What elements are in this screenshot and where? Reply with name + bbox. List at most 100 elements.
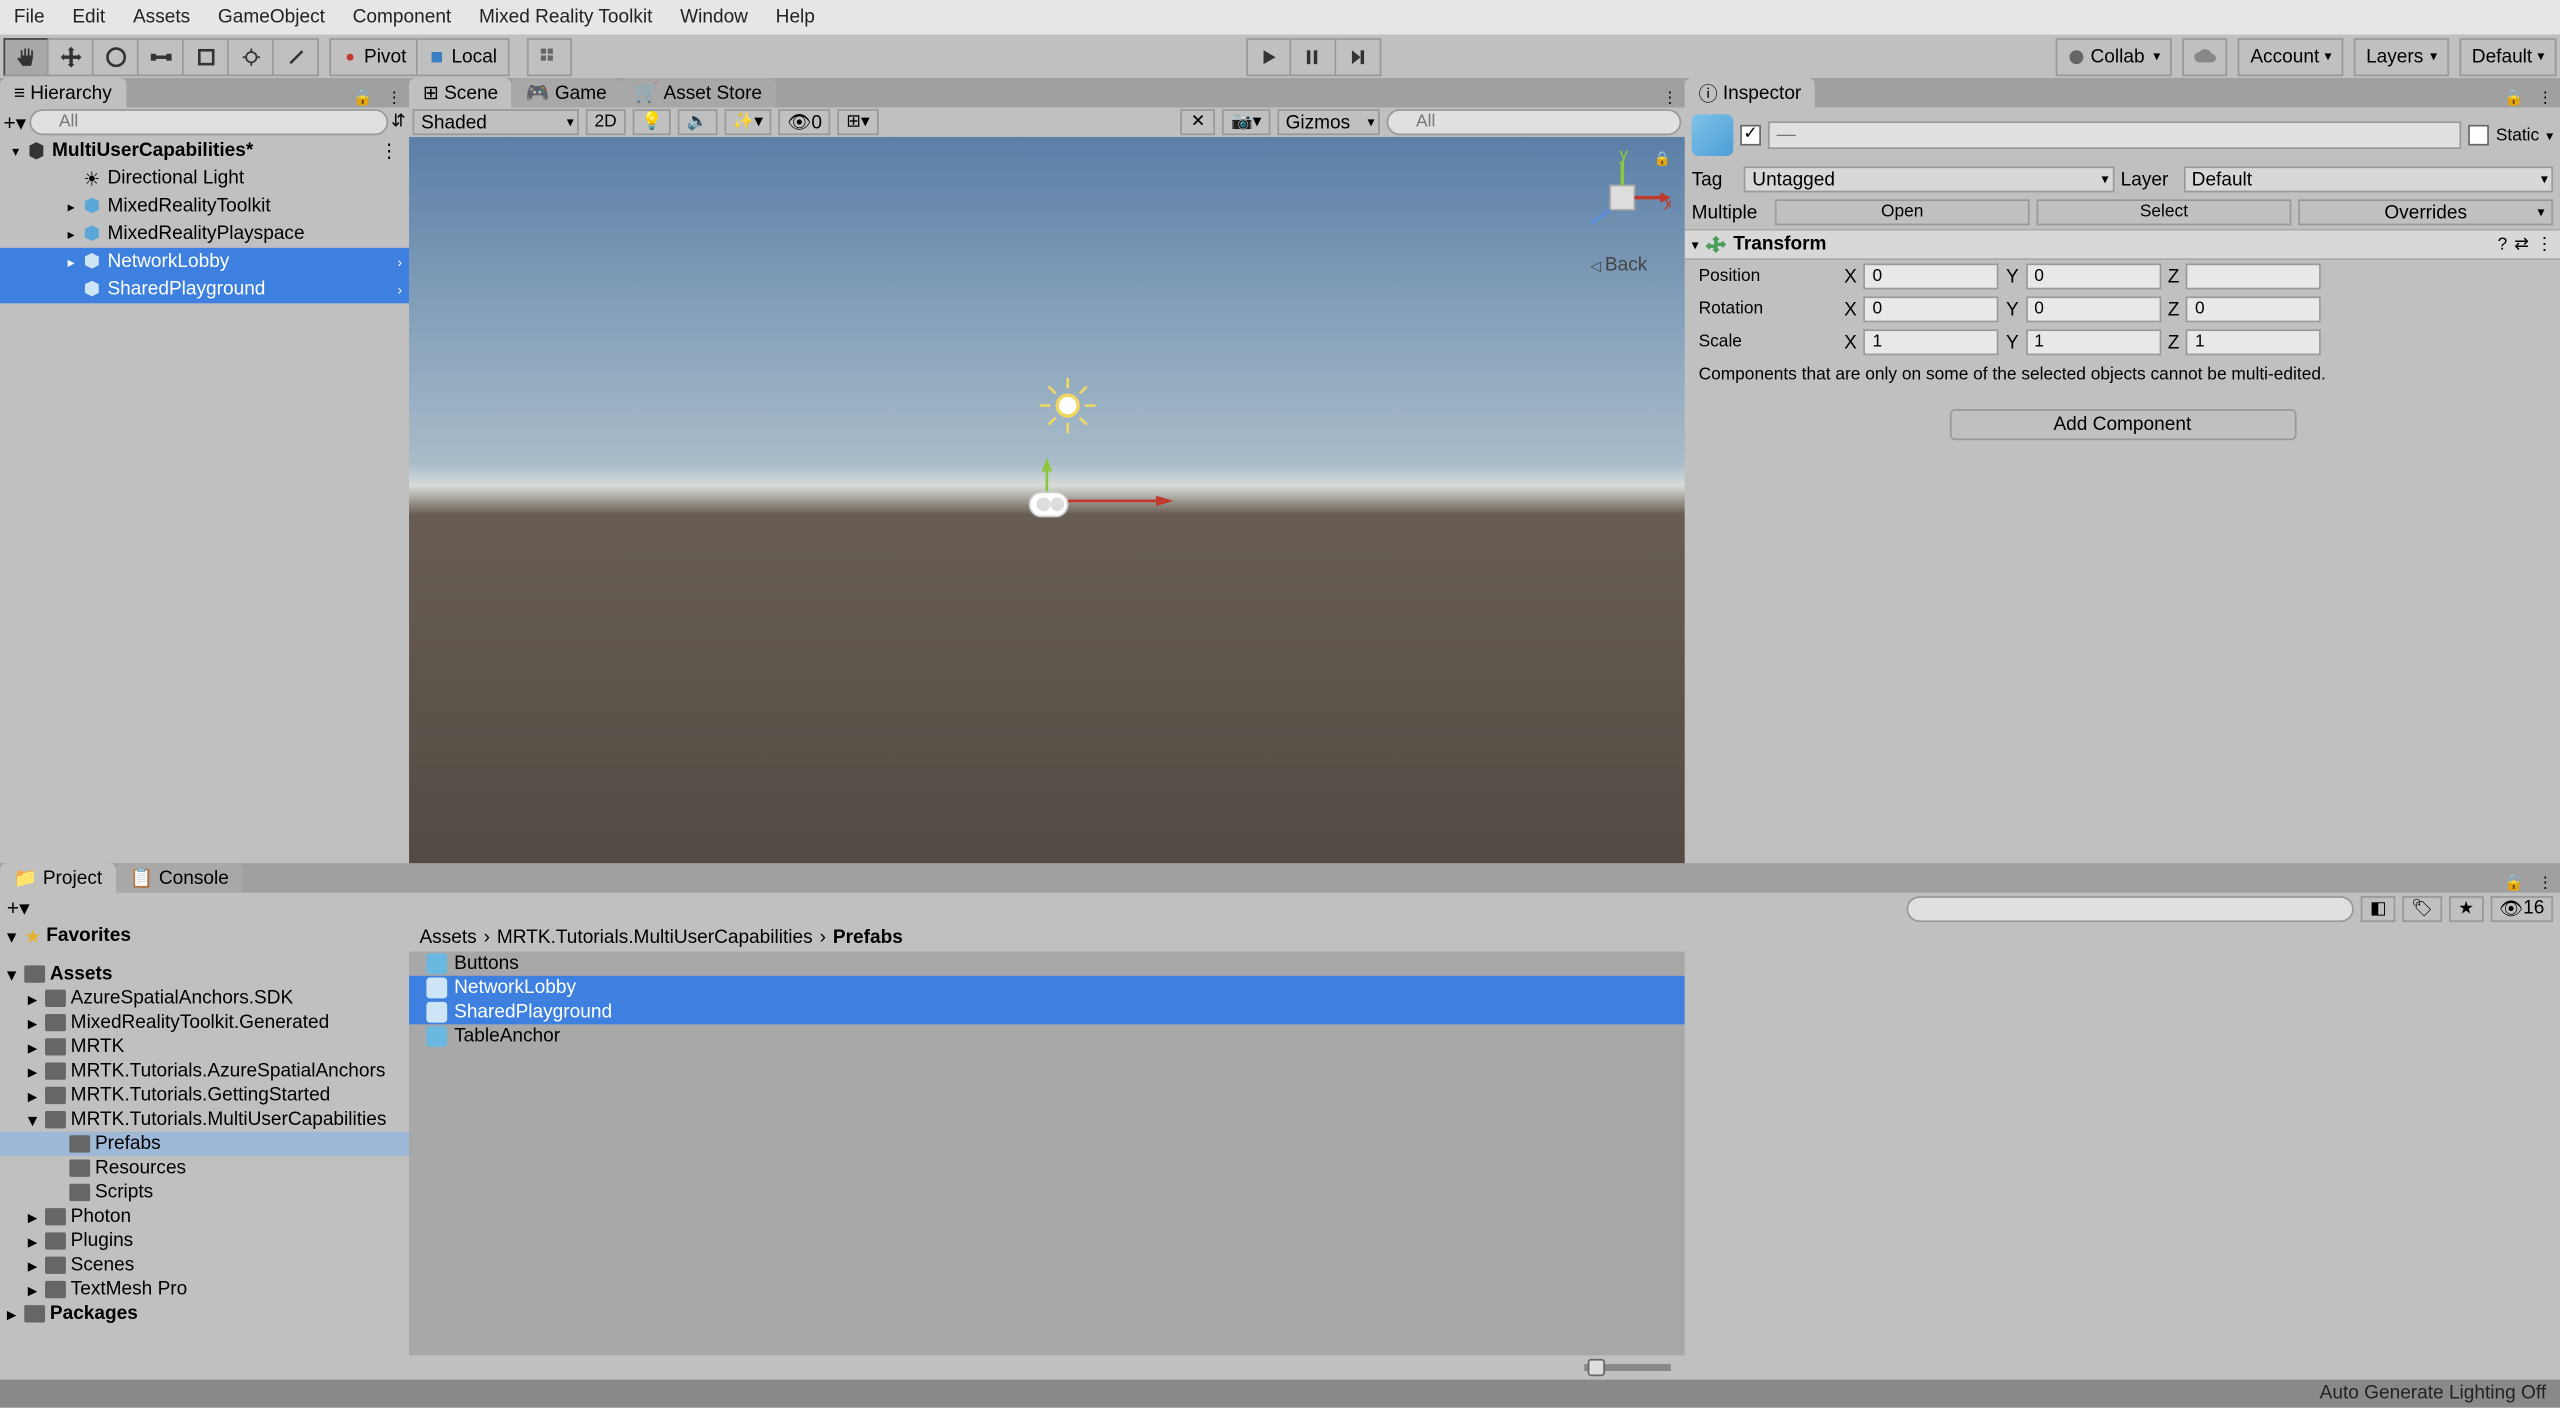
- folder-row[interactable]: ▸ MRTK.Tutorials.AzureSpatialAnchors: [0, 1059, 409, 1083]
- 2d-toggle[interactable]: 2D: [586, 109, 626, 135]
- transform-header[interactable]: ▾ Transform ? ⇄ ⋮: [1685, 229, 2560, 260]
- hierarchy-tab[interactable]: ≡Hierarchy: [0, 78, 126, 107]
- grid-toggle[interactable]: ⊞▾: [838, 109, 879, 135]
- project-search[interactable]: [1907, 895, 2354, 921]
- panel-menu-icon[interactable]: ⋮: [1655, 88, 1684, 107]
- menu-edit[interactable]: Edit: [65, 3, 112, 31]
- scl-x[interactable]: [1864, 329, 1999, 355]
- folder-row[interactable]: ▸ MixedRealityToolkit.Generated: [0, 1010, 409, 1034]
- menu-assets[interactable]: Assets: [126, 3, 197, 31]
- move-tool[interactable]: [49, 37, 94, 75]
- folder-row[interactable]: Resources: [0, 1156, 409, 1180]
- tree-item[interactable]: SharedPlayground›: [0, 276, 409, 304]
- open-button[interactable]: Open: [1775, 199, 2030, 225]
- tree-item[interactable]: ▸MixedRealityPlayspace: [0, 220, 409, 248]
- hierarchy-filter-icon[interactable]: ⇵: [391, 113, 406, 132]
- rot-z[interactable]: [2186, 296, 2321, 322]
- scene-viewport[interactable]: y x ◁ Back 🔒: [409, 137, 1685, 863]
- gameobject-icon[interactable]: [1692, 114, 1734, 156]
- account-dropdown[interactable]: Account▾: [2238, 37, 2343, 75]
- panel-lock-icon[interactable]: 🔒: [2497, 88, 2530, 107]
- folder-row[interactable]: ▾ MRTK.Tutorials.MultiUserCapabilities: [0, 1108, 409, 1132]
- scene-menu-icon[interactable]: ⋮: [380, 140, 409, 163]
- packages-row[interactable]: ▸ Packages: [0, 1302, 409, 1326]
- cloud-button[interactable]: [2183, 37, 2228, 75]
- lighting-toggle[interactable]: 💡: [632, 109, 671, 135]
- folder-row[interactable]: Prefabs: [0, 1132, 409, 1156]
- inspector-tab[interactable]: ⓘInspector: [1685, 78, 1815, 107]
- tree-item[interactable]: ▸NetworkLobby›: [0, 248, 409, 276]
- help-icon[interactable]: ?: [2498, 235, 2508, 254]
- assets-row[interactable]: ▾ Assets: [0, 962, 409, 986]
- filter-type-icon[interactable]: ◧: [2361, 895, 2396, 921]
- gizmo-lock-icon[interactable]: 🔒: [1654, 151, 1671, 167]
- scene-tab[interactable]: ⊞Scene: [409, 78, 512, 107]
- asset-item[interactable]: TableAnchor: [409, 1024, 1685, 1048]
- scl-z[interactable]: [2186, 329, 2321, 355]
- breadcrumb-item[interactable]: Prefabs: [833, 927, 903, 948]
- collab-dropdown[interactable]: Collab▾: [2056, 37, 2172, 75]
- layout-dropdown[interactable]: Default▾: [2460, 37, 2557, 75]
- tools-icon[interactable]: ✕: [1181, 109, 1216, 135]
- play-button[interactable]: [1246, 37, 1291, 75]
- pos-z[interactable]: [2186, 263, 2321, 289]
- menu-file[interactable]: File: [7, 3, 52, 31]
- folder-row[interactable]: ▸ Scenes: [0, 1253, 409, 1277]
- local-toggle[interactable]: Local: [419, 37, 510, 75]
- favorites-row[interactable]: ▾★ Favorites: [0, 924, 409, 948]
- pos-y[interactable]: [2026, 263, 2161, 289]
- menu-gameobject[interactable]: GameObject: [211, 3, 332, 31]
- folder-row[interactable]: ▸ Plugins: [0, 1229, 409, 1253]
- tag-dropdown[interactable]: Untagged: [1744, 166, 2114, 192]
- custom-tool[interactable]: [274, 37, 319, 75]
- add-component-button[interactable]: Add Component: [1949, 409, 2296, 440]
- console-tab[interactable]: 📋Console: [116, 863, 243, 892]
- scl-y[interactable]: [2026, 329, 2161, 355]
- gameobject-name-field[interactable]: [1768, 121, 2461, 149]
- tree-item[interactable]: ☀Directional Light: [0, 165, 409, 193]
- scene-search[interactable]: [1387, 109, 1682, 135]
- transform-tool[interactable]: [229, 37, 274, 75]
- component-menu-icon[interactable]: ⋮: [2536, 235, 2553, 254]
- rot-x[interactable]: [1864, 296, 1999, 322]
- hierarchy-search[interactable]: [30, 109, 388, 135]
- folder-row[interactable]: ▸ AzureSpatialAnchors.SDK: [0, 986, 409, 1010]
- folder-row[interactable]: ▸ MRTK.Tutorials.GettingStarted: [0, 1083, 409, 1107]
- layer-dropdown[interactable]: Default: [2183, 166, 2553, 192]
- shading-mode-dropdown[interactable]: Shaded: [413, 109, 579, 135]
- step-button[interactable]: [1336, 37, 1381, 75]
- folder-row[interactable]: Scripts: [0, 1180, 409, 1204]
- project-tab[interactable]: 📁Project: [0, 863, 116, 892]
- rot-y[interactable]: [2026, 296, 2161, 322]
- camera-icon[interactable]: 📷▾: [1222, 109, 1270, 135]
- filter-label-icon[interactable]: 🏷: [2402, 895, 2441, 921]
- overrides-dropdown[interactable]: Overrides▾: [2298, 199, 2553, 225]
- breadcrumb-item[interactable]: Assets: [419, 927, 476, 948]
- asset-item[interactable]: SharedPlayground: [409, 1000, 1685, 1024]
- pos-x[interactable]: [1864, 263, 1999, 289]
- scene-root[interactable]: ▾ MultiUserCapabilities* ⋮: [0, 137, 409, 165]
- snap-toggle[interactable]: [526, 37, 571, 75]
- favorite-icon[interactable]: ★: [2449, 895, 2484, 921]
- menu-help[interactable]: Help: [769, 3, 822, 31]
- orientation-gizmo[interactable]: y x ◁ Back 🔒: [1567, 151, 1671, 272]
- thumbnail-slider[interactable]: [1584, 1364, 1671, 1371]
- folder-row[interactable]: ▸ TextMesh Pro: [0, 1277, 409, 1301]
- scale-tool[interactable]: [139, 37, 184, 75]
- pause-button[interactable]: [1291, 37, 1336, 75]
- asset-item[interactable]: NetworkLobby: [409, 976, 1685, 1000]
- folder-row[interactable]: ▸ Photon: [0, 1205, 409, 1229]
- rotate-tool[interactable]: [94, 37, 139, 75]
- menu-mrtk[interactable]: Mixed Reality Toolkit: [472, 3, 659, 31]
- scene-light-gizmo[interactable]: [1033, 371, 1102, 440]
- hidden-objects[interactable]: 👁0: [779, 109, 831, 135]
- audio-toggle[interactable]: 🔊: [678, 109, 717, 135]
- select-button[interactable]: Select: [2037, 199, 2292, 225]
- breadcrumb-item[interactable]: MRTK.Tutorials.MultiUserCapabilities: [497, 927, 813, 948]
- folder-row[interactable]: ▸ MRTK: [0, 1035, 409, 1059]
- static-checkbox[interactable]: [2468, 125, 2489, 146]
- hand-tool[interactable]: [3, 37, 48, 75]
- active-checkbox[interactable]: [1740, 125, 1761, 146]
- game-tab[interactable]: 🎮Game: [512, 78, 621, 107]
- reset-icon[interactable]: ⇄: [2514, 235, 2529, 254]
